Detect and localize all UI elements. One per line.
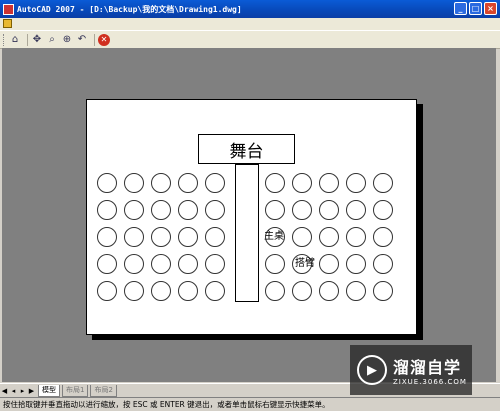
seat-circle <box>265 173 285 193</box>
seat-circle <box>205 173 225 193</box>
stage-label: 舞台 <box>229 141 264 162</box>
seat-circle <box>346 173 366 193</box>
seat-circle <box>151 281 171 301</box>
autocad-app-icon[interactable] <box>3 3 14 15</box>
command-status-bar: 按住拾取键并垂直拖动以进行缩放，按 ESC 或 ENTER 键退出，或者单击鼠标… <box>0 397 500 411</box>
previous-tab-arrow-icon[interactable]: ◂ <box>9 387 18 395</box>
zoom-realtime-icon[interactable]: ⌕ <box>46 34 58 46</box>
seat-circle <box>319 254 339 274</box>
seat-circle <box>178 254 198 274</box>
seat-circle <box>124 173 144 193</box>
seat-circle <box>373 200 393 220</box>
seat-circle <box>373 227 393 247</box>
seat-circle <box>124 227 144 247</box>
seat-circle <box>292 200 312 220</box>
document-menu-icon[interactable] <box>3 19 12 28</box>
tab-model[interactable]: 模型 <box>38 384 60 397</box>
paper-sheet[interactable]: 舞台 主桌 搭臂 <box>86 99 417 335</box>
seat-circle <box>97 227 117 247</box>
seat-circle <box>178 173 198 193</box>
seat-circle <box>178 227 198 247</box>
seat-circle <box>205 227 225 247</box>
seat-circle <box>97 281 117 301</box>
seat-circle <box>346 281 366 301</box>
seat-circle <box>319 227 339 247</box>
watermark-url: ZIXUE.3066.COM <box>393 378 467 386</box>
play-icon: ▶ <box>357 355 387 385</box>
seat-circle <box>346 227 366 247</box>
seat-circle <box>151 200 171 220</box>
pan-icon[interactable]: ✥ <box>31 34 43 46</box>
next-tab-arrow-icon[interactable]: ▸ <box>18 387 27 395</box>
seat-circle <box>205 200 225 220</box>
watermark: ▶ 溜溜自学 ZIXUE.3066.COM <box>350 345 472 395</box>
seat-circle <box>124 254 144 274</box>
seat-circle <box>151 227 171 247</box>
menu-bar <box>0 18 500 30</box>
seat-circle <box>265 254 285 274</box>
close-button[interactable]: × <box>484 2 497 15</box>
seat-circle <box>292 281 312 301</box>
window-title: AutoCAD 2007 - [D:\Backup\我的文档\Drawing1.… <box>17 4 242 14</box>
seat-circle <box>205 281 225 301</box>
seat-circle <box>265 200 285 220</box>
seat-circle <box>151 173 171 193</box>
drawing-area[interactable]: 舞台 主桌 搭臂 <box>2 48 496 382</box>
tab-layout2[interactable]: 布局2 <box>90 384 117 397</box>
seat-annotation-label: 搭臂 <box>295 258 315 269</box>
home-icon[interactable]: ⌂ <box>9 34 21 46</box>
zoom-window-icon[interactable]: ⊕ <box>61 34 73 46</box>
toolbar-separator <box>27 33 28 46</box>
seat-circle <box>373 281 393 301</box>
maximize-button[interactable]: □ <box>469 2 482 15</box>
exit-icon[interactable]: ✕ <box>98 33 110 46</box>
seat-circle <box>124 200 144 220</box>
zoom-previous-icon[interactable]: ↶ <box>76 34 88 46</box>
seat-circle <box>151 254 171 274</box>
seat-circle <box>97 173 117 193</box>
tab-layout1[interactable]: 布局1 <box>62 384 89 397</box>
seat-circle <box>319 281 339 301</box>
watermark-brand: 溜溜自学 <box>393 358 462 377</box>
toolbar-grip[interactable] <box>3 33 6 46</box>
first-tab-arrow-icon[interactable]: ◀ <box>0 387 9 395</box>
seat-circle <box>205 254 225 274</box>
seat-circle <box>124 281 144 301</box>
aisle-rectangle <box>235 164 259 302</box>
seat-circle <box>178 200 198 220</box>
seat-circle <box>178 281 198 301</box>
last-tab-arrow-icon[interactable]: ▶ <box>27 387 36 395</box>
title-bar: AutoCAD 2007 - [D:\Backup\我的文档\Drawing1.… <box>0 0 500 18</box>
window-controls: _ □ × <box>454 2 497 15</box>
stage-box: 舞台 <box>198 134 295 164</box>
seat-circle <box>373 173 393 193</box>
seat-circle <box>373 254 393 274</box>
seat-circle <box>292 227 312 247</box>
seat-circle <box>346 200 366 220</box>
seat-circle <box>346 254 366 274</box>
zoom-toolbar: ⌂ ✥ ⌕ ⊕ ↶ ✕ <box>0 30 500 49</box>
seat-circle <box>97 254 117 274</box>
seat-circle <box>97 200 117 220</box>
seat-circle <box>319 200 339 220</box>
seat-circle <box>292 173 312 193</box>
seat-circle <box>319 173 339 193</box>
main-table-label: 主桌 <box>264 231 284 242</box>
minimize-button[interactable]: _ <box>454 2 467 15</box>
watermark-text: 溜溜自学 ZIXUE.3066.COM <box>393 354 467 386</box>
seat-circle <box>265 281 285 301</box>
toolbar-separator <box>94 33 95 46</box>
